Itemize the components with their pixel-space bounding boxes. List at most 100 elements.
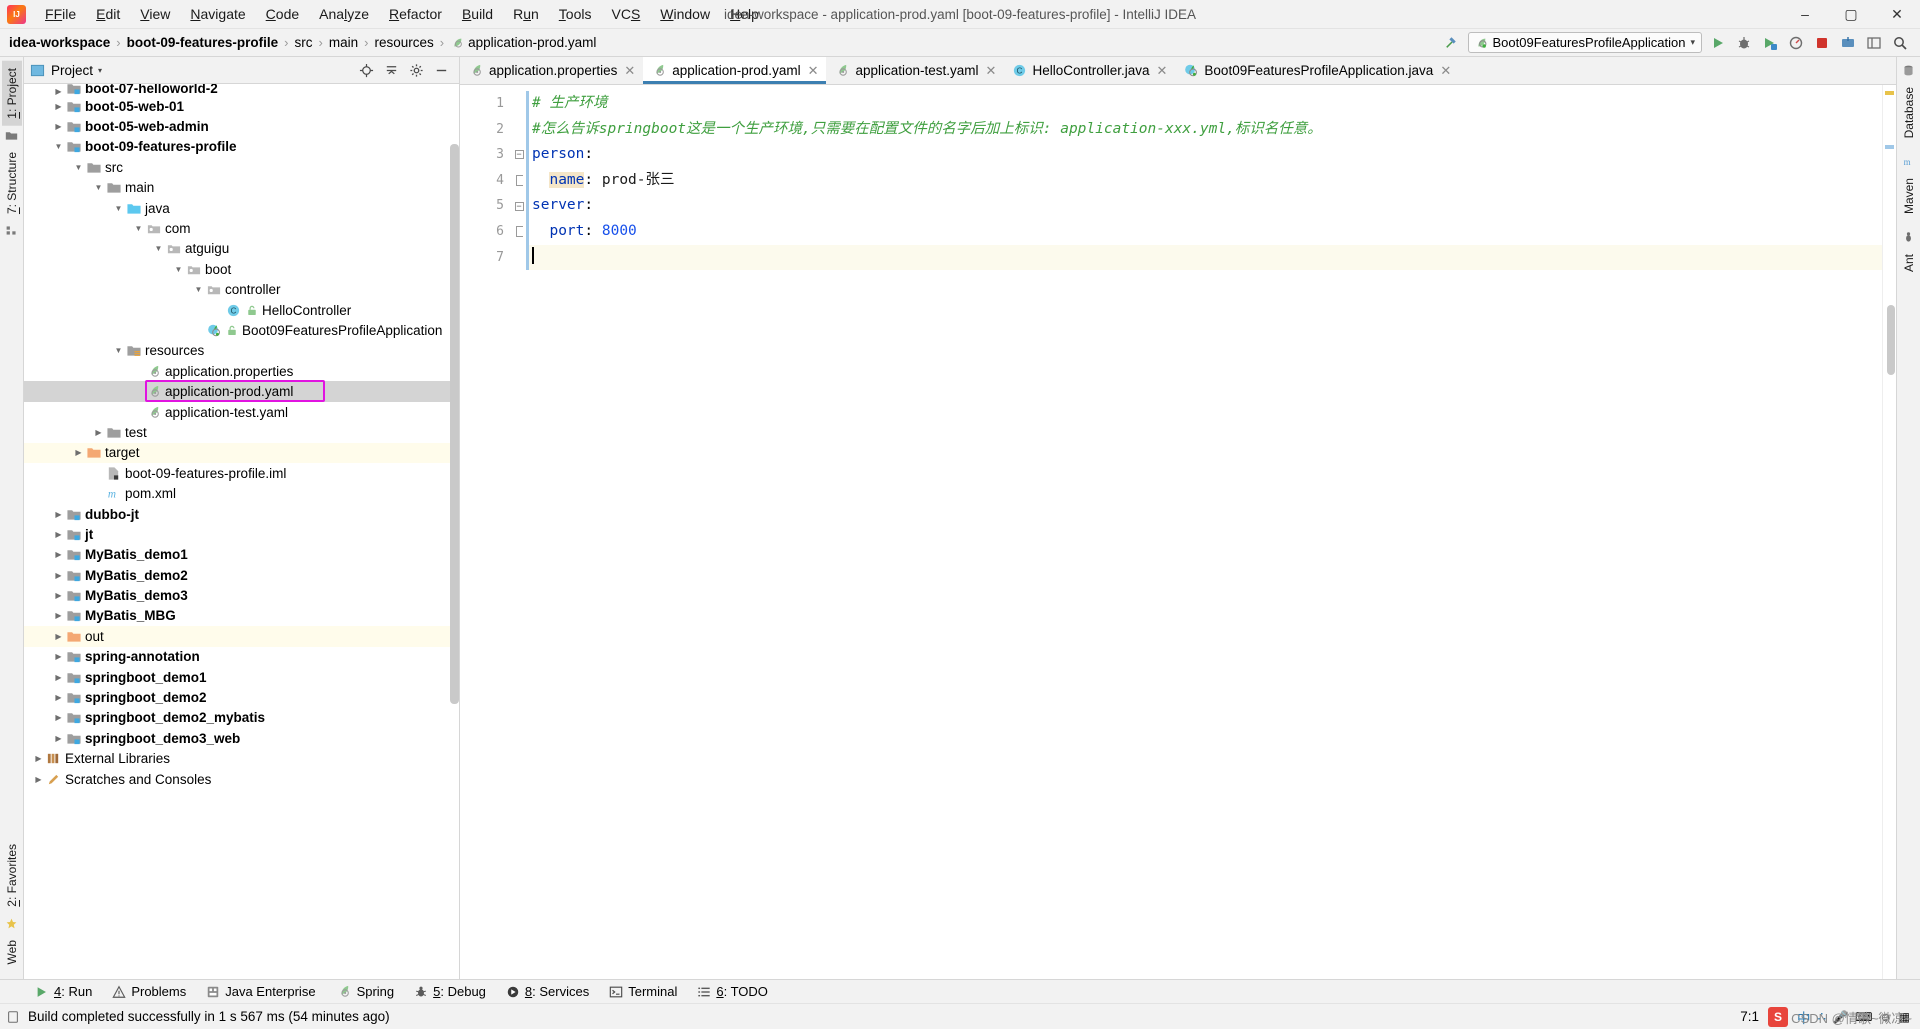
tree-node-mybatis-mbg[interactable]: ▶MyBatis_MBG xyxy=(24,606,459,626)
chevron-down-icon[interactable]: ▼ xyxy=(112,346,125,355)
tree-node-main[interactable]: ▼main xyxy=(24,178,459,198)
search-everywhere-icon[interactable] xyxy=(1890,33,1910,53)
chevron-right-icon[interactable]: ▶ xyxy=(32,754,45,763)
tool-window-6-todo[interactable]: 6: TODO xyxy=(688,982,777,1001)
code-line-2[interactable]: #怎么告诉springboot这是一个生产环境,只需要在配置文件的名字后加上标识… xyxy=(526,117,1882,143)
chevron-right-icon[interactable]: ▶ xyxy=(52,652,65,661)
menu-item-edit[interactable]: Edit xyxy=(86,2,130,26)
fold-end-icon[interactable] xyxy=(512,168,526,194)
tree-node-springboot-demo2-mybatis[interactable]: ▶springboot_demo2_mybatis xyxy=(24,708,459,728)
menu-item-tools[interactable]: Tools xyxy=(549,2,602,26)
chevron-right-icon[interactable]: ▶ xyxy=(52,693,65,702)
update-project-icon[interactable] xyxy=(1838,33,1858,53)
chevron-down-icon[interactable]: ▼ xyxy=(72,163,85,172)
tree-node-boot[interactable]: ▼boot xyxy=(24,259,459,279)
chevron-right-icon[interactable]: ▶ xyxy=(52,87,65,96)
breadcrumb-item-boot-09-features-profile[interactable]: boot-09-features-profile xyxy=(124,33,282,52)
chevron-right-icon[interactable]: ▶ xyxy=(32,775,45,784)
menu-item-help[interactable]: Help xyxy=(720,2,769,26)
tree-node-springboot-demo2[interactable]: ▶springboot_demo2 xyxy=(24,687,459,707)
chevron-down-icon[interactable]: ▾ xyxy=(1690,37,1695,48)
chevron-down-icon[interactable]: ▼ xyxy=(172,265,185,274)
breadcrumb[interactable]: idea-workspace›boot-09-features-profile›… xyxy=(6,33,599,52)
tree-node-target[interactable]: ▶target xyxy=(24,443,459,463)
tree-node-spring-annotation[interactable]: ▶spring-annotation xyxy=(24,647,459,667)
project-tree[interactable]: ▶boot-07-helloworld-2▶boot-05-web-01▶boo… xyxy=(24,84,459,979)
tree-node-atguigu[interactable]: ▼atguigu xyxy=(24,239,459,259)
close-icon[interactable]: ✕ xyxy=(808,63,819,79)
tool-window-problems[interactable]: Problems xyxy=(103,982,195,1001)
tree-node-springboot-demo1[interactable]: ▶springboot_demo1 xyxy=(24,667,459,687)
tree-node-external-libraries[interactable]: ▶External Libraries xyxy=(24,749,459,769)
menu-item-run[interactable]: Run xyxy=(503,2,549,26)
tree-node-src[interactable]: ▼src xyxy=(24,157,459,177)
minimize-button[interactable]: – xyxy=(1782,0,1828,29)
code-line-4[interactable]: name: prod-张三 xyxy=(526,168,1882,194)
tree-node-application-test-yaml[interactable]: application-test.yaml xyxy=(24,402,459,422)
close-icon[interactable]: ✕ xyxy=(1440,63,1451,79)
maximize-button[interactable]: ▢ xyxy=(1828,0,1874,29)
chevron-right-icon[interactable]: ▶ xyxy=(52,713,65,722)
editor-tab-hellocontroller-java[interactable]: CHelloController.java✕ xyxy=(1004,57,1175,84)
sidebar-tab-structure[interactable]: 7: Structure xyxy=(2,145,22,221)
chevron-down-icon[interactable]: ▾ xyxy=(98,66,102,75)
tree-node-application-properties[interactable]: application.properties xyxy=(24,361,459,381)
run-with-coverage-icon[interactable] xyxy=(1760,33,1780,53)
code-folding-column[interactable]: −− xyxy=(512,85,526,979)
tree-node-com[interactable]: ▼com xyxy=(24,218,459,238)
tool-window-5-debug[interactable]: 5: Debug xyxy=(405,982,495,1001)
menu-item-code[interactable]: Code xyxy=(256,2,309,26)
hide-panel-icon[interactable] xyxy=(434,63,449,78)
breadcrumb-item-resources[interactable]: resources xyxy=(371,33,436,52)
tree-node-boot-09-features-profile-iml[interactable]: boot-09-features-profile.iml xyxy=(24,463,459,483)
build-hammer-icon[interactable] xyxy=(1442,33,1462,53)
menu-item-build[interactable]: Build xyxy=(452,2,503,26)
gear-icon[interactable] xyxy=(409,63,424,78)
debug-icon[interactable] xyxy=(1734,33,1754,53)
chevron-down-icon[interactable]: ▼ xyxy=(132,224,145,233)
chevron-right-icon[interactable]: ▶ xyxy=(52,530,65,539)
tree-node-scratches-and-consoles[interactable]: ▶Scratches and Consoles xyxy=(24,769,459,789)
sidebar-tab-maven[interactable]: Maven xyxy=(1899,171,1919,221)
run-icon[interactable] xyxy=(1708,33,1728,53)
tree-node-java[interactable]: ▼java xyxy=(24,198,459,218)
menu-item-vcs[interactable]: VCS xyxy=(601,2,650,26)
tree-node-dubbo-jt[interactable]: ▶dubbo-jt xyxy=(24,504,459,524)
chevron-right-icon[interactable]: ▶ xyxy=(52,611,65,620)
tree-node-mybatis-demo1[interactable]: ▶MyBatis_demo1 xyxy=(24,545,459,565)
code-line-7[interactable] xyxy=(526,245,1882,271)
tool-window-4-run[interactable]: 4: Run xyxy=(26,982,101,1001)
tree-node-pom-xml[interactable]: mpom.xml xyxy=(24,483,459,503)
tree-node-boot09featuresprofileapplication[interactable]: Boot09FeaturesProfileApplication xyxy=(24,320,459,340)
chevron-right-icon[interactable]: ▶ xyxy=(52,571,65,580)
code-line-3[interactable]: person: xyxy=(526,142,1882,168)
menu-item-navigate[interactable]: Navigate xyxy=(180,2,255,26)
chevron-down-icon[interactable]: ▼ xyxy=(112,204,125,213)
tool-window-bar[interactable]: 4: RunProblemsJava EnterpriseSpring5: De… xyxy=(0,979,1920,1003)
chevron-right-icon[interactable]: ▶ xyxy=(52,510,65,519)
menu-bar[interactable]: FFile Edit View Navigate Code Analyze Re… xyxy=(35,2,769,26)
tree-node-boot-07-helloworld-2[interactable]: ▶boot-07-helloworld-2 xyxy=(24,84,459,96)
menu-item-analyze[interactable]: Analyze xyxy=(309,2,379,26)
chevron-right-icon[interactable]: ▶ xyxy=(72,448,85,457)
tree-node-boot-09-features-profile[interactable]: ▼boot-09-features-profile xyxy=(24,137,459,157)
tree-node-controller[interactable]: ▼controller xyxy=(24,280,459,300)
editor-tab-application-prod-yaml[interactable]: application-prod.yaml✕ xyxy=(643,57,826,84)
sidebar-tab-ant[interactable]: Ant xyxy=(1899,247,1919,279)
breadcrumb-item-idea-workspace[interactable]: idea-workspace xyxy=(6,33,113,52)
tool-window-8-services[interactable]: 8: Services xyxy=(497,982,598,1001)
editor-tab-application-test-yaml[interactable]: application-test.yaml✕ xyxy=(826,57,1004,84)
tree-node-hellocontroller[interactable]: CHelloController xyxy=(24,300,459,320)
tree-node-boot-05-web-01[interactable]: ▶boot-05-web-01 xyxy=(24,96,459,116)
stop-icon[interactable] xyxy=(1812,33,1832,53)
chevron-right-icon[interactable]: ▶ xyxy=(52,122,65,131)
chevron-down-icon[interactable]: ▼ xyxy=(192,285,205,294)
chevron-right-icon[interactable]: ▶ xyxy=(92,428,105,437)
tree-node-springboot-demo3-web[interactable]: ▶springboot_demo3_web xyxy=(24,728,459,748)
breadcrumb-item-main[interactable]: main xyxy=(326,33,361,52)
tool-window-terminal[interactable]: Terminal xyxy=(600,982,686,1001)
breadcrumb-item-src[interactable]: src xyxy=(292,33,316,52)
menu-item-refactor[interactable]: Refactor xyxy=(379,2,452,26)
editor-scrollbar-thumb[interactable] xyxy=(1887,305,1895,375)
locate-icon[interactable] xyxy=(359,63,374,78)
